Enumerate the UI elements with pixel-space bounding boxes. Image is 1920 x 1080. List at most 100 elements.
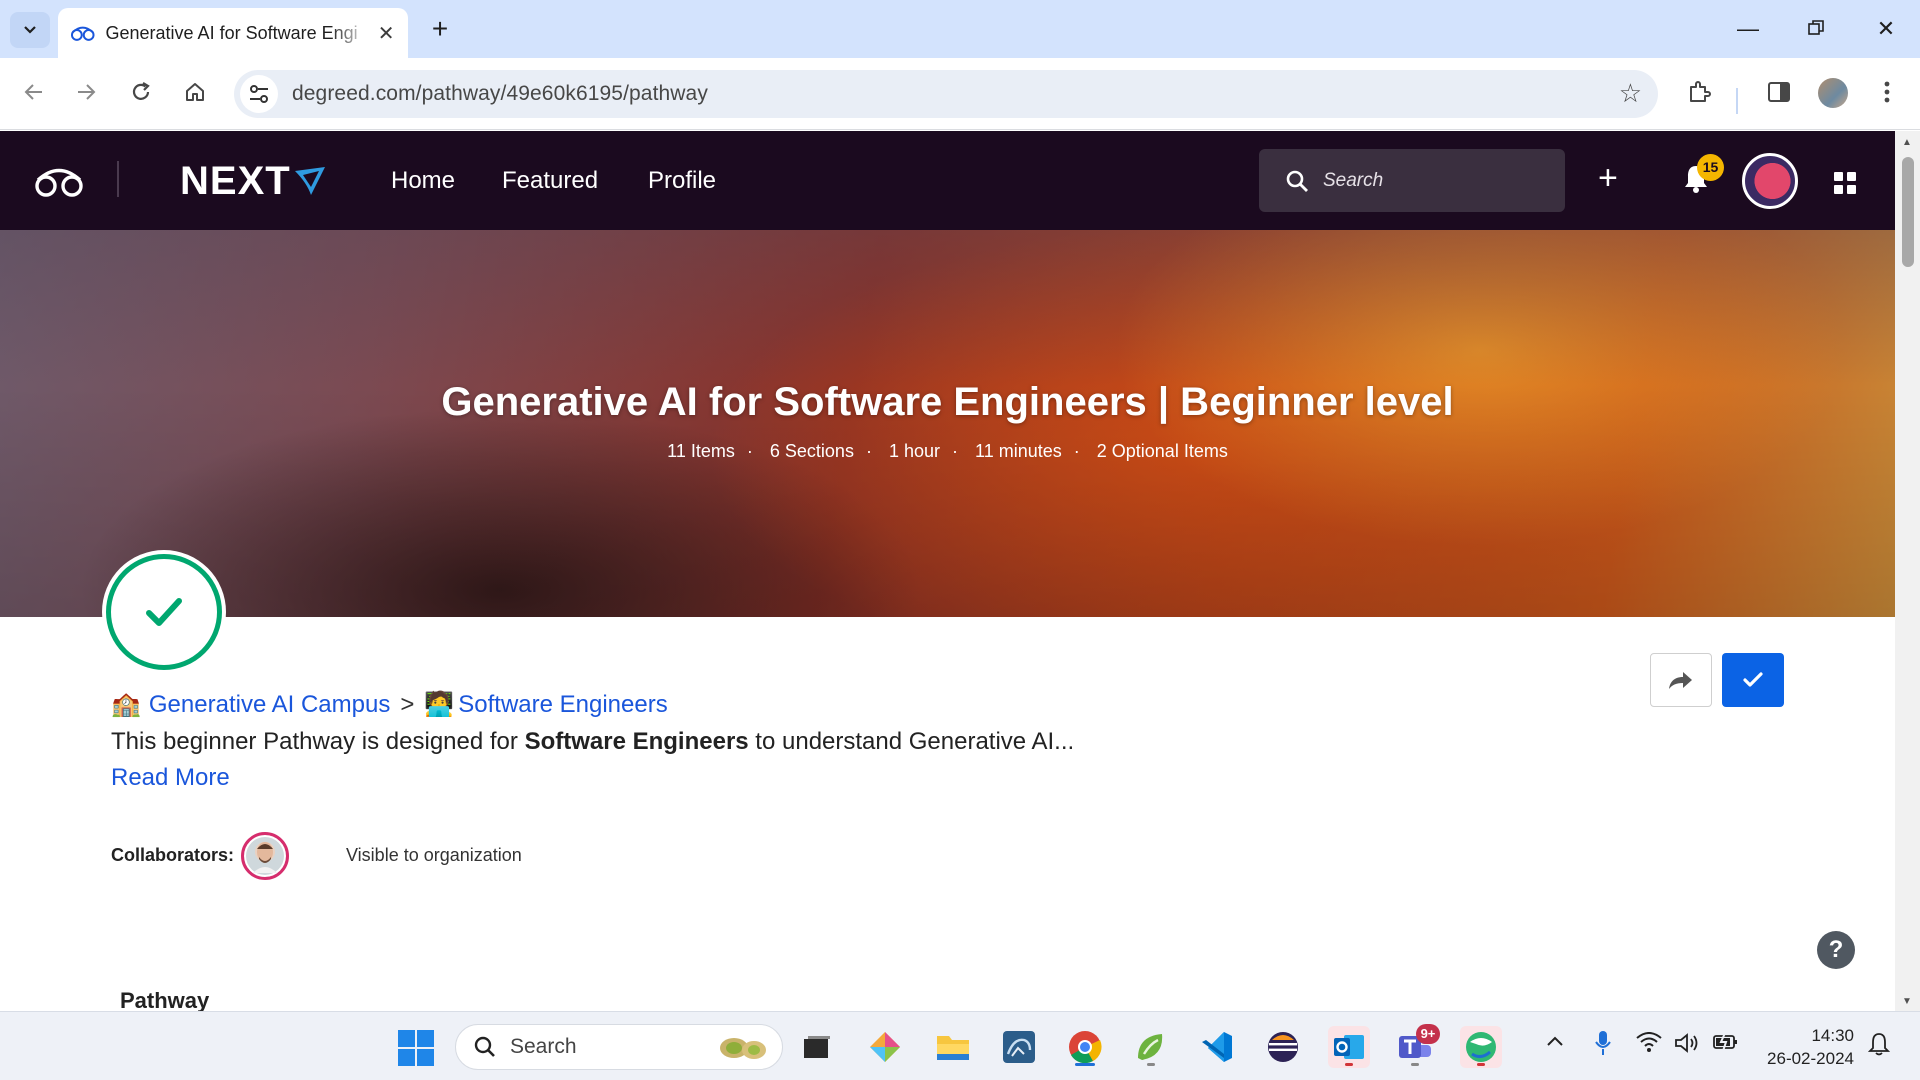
add-content-button[interactable]: + [1598,161,1618,195]
meta-separator: · [865,441,872,461]
running-app-indicator [1411,1063,1419,1066]
windows-start-icon[interactable] [398,1030,434,1066]
description-bold: Software Engineers [524,728,749,755]
brand-text: NEXT [180,159,291,203]
home-icon [186,83,204,101]
meta-items: 11 Items [667,441,735,461]
tab-search-button[interactable] [10,12,50,48]
notification-center-bell-icon[interactable] [1867,1032,1891,1062]
restore-button[interactable] [1788,10,1844,48]
checkmark-icon [146,598,182,626]
show-hidden-icons-chevron-icon[interactable] [1546,1030,1564,1053]
running-app-indicator [1147,1063,1155,1066]
page-scrollbar[interactable]: ▲ ▼ [1895,131,1920,1011]
browser-tabstrip: Generative AI for Software Engi ✕ + — ✕ [0,0,1920,58]
degreed-logo-icon[interactable] [34,167,84,197]
taskbar-search-placeholder: Search [510,1035,577,1058]
kebab-menu-icon [1884,81,1890,103]
breadcrumb-separator: > [400,690,415,718]
windows-taskbar: Search 9+ 14:30 26-02-2024 [0,1011,1920,1080]
tune-icon [250,85,268,103]
nav-divider [117,161,119,197]
app-launcher-grid-icon[interactable] [1834,172,1856,194]
user-avatar[interactable] [1742,153,1798,209]
nav-link-home[interactable]: Home [391,167,455,195]
search-icon [1286,170,1308,192]
back-button[interactable] [14,72,54,112]
share-arrow-icon [1669,672,1692,689]
description-text-1: This beginner Pathway is designed for [111,728,525,755]
taskbar-vscode-icon[interactable] [1196,1026,1238,1068]
taskbar-chrome-icon[interactable] [1064,1026,1106,1068]
wifi-icon[interactable] [1636,1032,1662,1058]
forward-button[interactable] [66,72,106,112]
scroll-down-arrow-icon[interactable]: ▼ [1902,996,1912,1007]
url-text: degreed.com/pathway/49e60k6195/pathway [292,82,708,105]
app-search-input[interactable]: Search [1259,149,1565,212]
search-icon [474,1036,495,1057]
next-brand-logo[interactable]: NEXT [180,159,327,204]
degreed-favicon-icon [70,26,95,41]
collaborator-avatar[interactable] [241,832,289,880]
meta-separator: · [952,441,959,461]
home-button[interactable] [175,72,215,112]
taskbar-eclipse-icon[interactable] [1262,1026,1304,1068]
scrollbar-thumb[interactable] [1902,157,1914,267]
browser-tab-title: Generative AI for Software Engi [105,22,358,43]
help-button[interactable]: ? [1817,931,1855,969]
share-button[interactable] [1650,653,1712,707]
browser-tab-active[interactable]: Generative AI for Software Engi ✕ [58,8,408,58]
browser-menu-button[interactable] [1867,72,1907,112]
nav-link-featured[interactable]: Featured [502,167,598,195]
arrow-right-icon [78,84,96,100]
browser-profile-avatar[interactable] [1818,78,1848,108]
close-window-button[interactable]: ✕ [1858,10,1914,48]
reload-button[interactable] [121,72,161,112]
new-tab-button[interactable]: + [424,12,456,46]
microphone-icon[interactable] [1595,1030,1611,1062]
school-emoji-icon: 🏫 [111,691,141,718]
arrow-left-icon [24,84,42,100]
meta-separator: · [1073,441,1080,461]
puzzle-icon [1690,81,1711,102]
battery-charging-icon[interactable] [1712,1032,1740,1058]
meta-optional-items: 2 Optional Items [1096,441,1228,461]
meta-hours: 1 hour [888,441,941,461]
taskbar-file-explorer-icon[interactable] [932,1026,974,1068]
description-text-2: to understand Generative AI... [748,728,1075,755]
taskbar-outlook-icon[interactable] [1328,1026,1370,1068]
minimize-button[interactable]: — [1720,10,1776,48]
breadcrumb-link-software-engineers[interactable]: Software Engineers [458,691,667,719]
clock-time: 14:30 [1811,1026,1854,1045]
bookmark-star-icon[interactable]: ☆ [1619,78,1642,109]
taskbar-browser-icon[interactable] [1460,1026,1502,1068]
breadcrumb-link-campus[interactable]: Generative AI Campus [149,691,390,719]
mark-complete-button[interactable] [1722,653,1784,707]
volume-icon[interactable] [1674,1032,1700,1060]
taskbar-spring-tools-icon[interactable] [1130,1026,1172,1068]
meta-sections: 6 Sections [769,441,854,461]
pathway-meta: 11 Items · 6 Sections · 1 hour · 11 minutes… [0,441,1895,462]
read-more-link[interactable]: Read More [111,764,230,792]
app-header: NEXT Home Featured Profile Search + 15 [0,131,1895,230]
side-panel-button[interactable] [1759,72,1799,112]
tab-close-icon[interactable]: ✕ [376,21,396,46]
reload-icon [132,82,150,100]
taskbar-clock[interactable]: 14:30 26-02-2024 [1758,1024,1854,1070]
address-bar[interactable]: degreed.com/pathway/49e60k6195/pathway ☆ [234,70,1658,118]
completion-status-badge [106,554,222,670]
taskbar-app-icon[interactable] [864,1026,906,1068]
toolbar-divider [1736,88,1738,114]
nav-link-profile[interactable]: Profile [648,167,716,195]
meta-separator: · [746,441,753,461]
checkmark-icon [1743,672,1763,687]
taskbar-task-view-icon[interactable] [796,1026,838,1068]
site-info-button[interactable] [240,75,278,113]
extensions-button[interactable] [1679,72,1719,112]
teams-notification-badge: 9+ [1416,1024,1440,1044]
clock-date: 26-02-2024 [1767,1049,1854,1068]
browser-toolbar: degreed.com/pathway/49e60k6195/pathway ☆ [0,58,1920,130]
scroll-up-arrow-icon[interactable]: ▲ [1902,137,1912,148]
taskbar-search-input[interactable]: Search [455,1024,783,1070]
taskbar-mysql-workbench-icon[interactable] [998,1026,1040,1068]
